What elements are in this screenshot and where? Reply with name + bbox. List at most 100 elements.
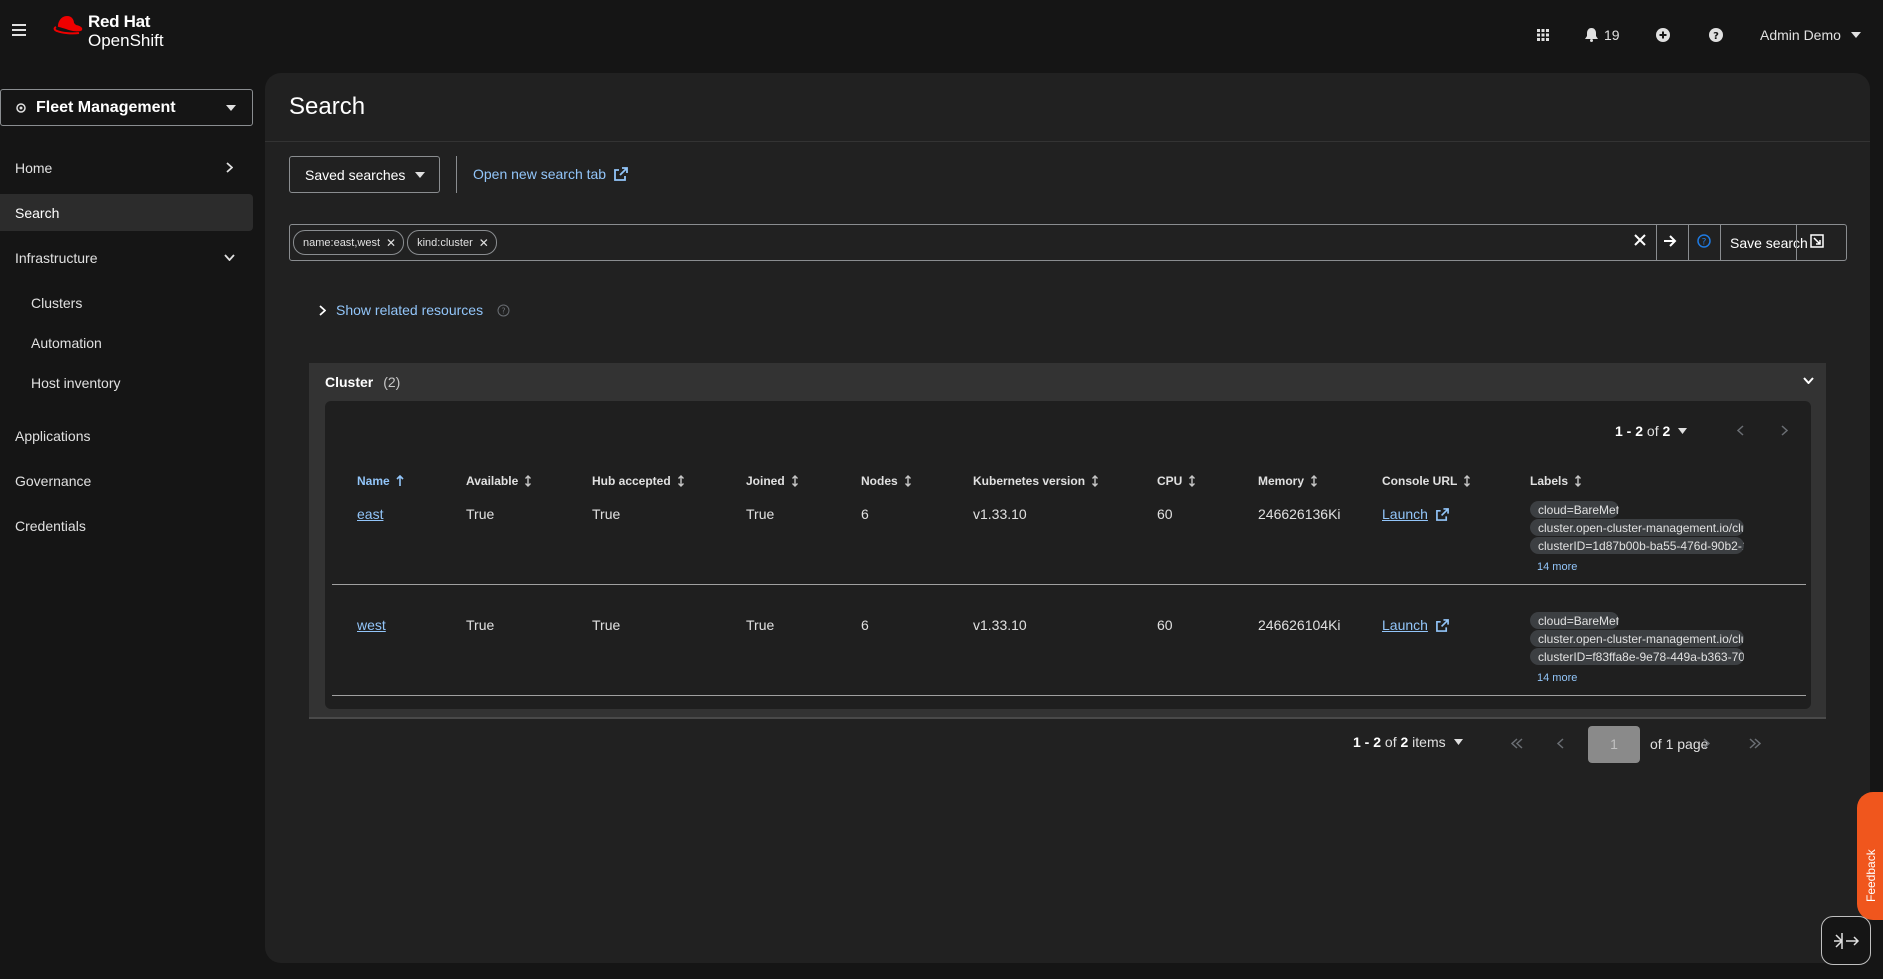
saved-searches-dropdown[interactable]: Saved searches — [289, 156, 440, 193]
open-new-search-tab-link[interactable]: Open new search tab — [473, 166, 628, 182]
label-chip: cluster.open-cluster-management.io/clust… — [1530, 519, 1744, 536]
divider — [456, 156, 457, 193]
pagination-bottom-toggle[interactable]: 1 - 2 of 2 items — [1353, 734, 1463, 750]
chip-remove-icon[interactable]: ✕ — [386, 236, 396, 250]
sidebar-item-search[interactable]: Search — [0, 194, 253, 231]
column-header-joined[interactable]: Joined — [746, 474, 799, 488]
related-label: Show related resources — [336, 302, 484, 318]
sidebar-item-host-inventory[interactable]: Host inventory — [0, 364, 253, 401]
column-header-available[interactable]: Available — [466, 474, 532, 488]
menu-icon[interactable] — [12, 24, 26, 36]
help-icon[interactable]: ? — [497, 304, 510, 317]
more-labels-link[interactable]: 14 more — [1537, 561, 1577, 573]
search-chip[interactable]: name:east,west ✕ — [293, 230, 405, 255]
chevron-right-icon — [226, 162, 233, 173]
chevron-right-icon[interactable] — [1781, 425, 1788, 436]
pager-items: items — [1412, 734, 1446, 750]
sort-icon — [904, 475, 911, 487]
brand-line1: Red Hat — [88, 12, 151, 31]
chevron-left-icon[interactable] — [1557, 738, 1564, 749]
chip-remove-icon[interactable]: ✕ — [479, 236, 489, 250]
feedback-label: Feedback — [1864, 849, 1878, 902]
first-page-icon[interactable] — [1511, 738, 1523, 749]
search-chip[interactable]: kind:cluster ✕ — [407, 230, 497, 255]
cell-joined: True — [746, 617, 775, 633]
column-header-console-url[interactable]: Console URL — [1382, 474, 1471, 488]
expand-icon[interactable] — [1810, 234, 1824, 248]
column-header-memory[interactable]: Memory — [1258, 474, 1318, 488]
cell-joined: True — [746, 506, 775, 522]
sort-icon — [1464, 475, 1471, 487]
notifications-button[interactable]: 19 — [1585, 27, 1620, 43]
divider — [1796, 225, 1797, 260]
cell-nodes: 6 — [861, 617, 869, 633]
column-header-cpu[interactable]: CPU — [1157, 474, 1196, 488]
feedback-tab[interactable]: Feedback — [1857, 792, 1883, 920]
divider — [1720, 225, 1721, 260]
column-label: Available — [466, 474, 519, 488]
open-new-tab-label: Open new search tab — [473, 166, 607, 182]
cluster-name-link[interactable]: west — [357, 617, 386, 633]
cell-hub-accepted: True — [592, 506, 621, 522]
divider — [332, 695, 1806, 696]
search-bar[interactable]: name:east,west ✕ kind:cluster ✕ ? Save s… — [289, 224, 1847, 261]
help-icon[interactable]: ? — [1697, 234, 1711, 248]
sidebar-item-applications[interactable]: Applications — [0, 417, 253, 454]
label-chip: cluster.open-cluster-management.io/clust… — [1530, 630, 1744, 647]
sidebar-item-infrastructure[interactable]: Infrastructure — [0, 239, 253, 276]
brand-logo[interactable]: Red Hat OpenShift — [52, 12, 164, 50]
app-launcher-icon[interactable] — [1537, 29, 1549, 41]
page-number-input[interactable]: 1 — [1588, 726, 1640, 763]
pagination-toggle[interactable]: 1 - 2 of 2 — [1615, 423, 1688, 439]
sidebar-item-credentials[interactable]: Credentials — [0, 507, 253, 544]
external-link-icon — [614, 167, 628, 181]
cluster-section-header[interactable]: Cluster (2) — [325, 374, 400, 390]
perspective-label: Fleet Management — [36, 98, 176, 116]
sidebar-item-label: Applications — [15, 427, 91, 444]
save-search-button[interactable]: Save search — [1724, 225, 1814, 260]
sidebar-item-label: Credentials — [15, 517, 86, 534]
red-hat-icon — [53, 16, 83, 35]
sidebar-item-label: Governance — [15, 472, 92, 489]
help-icon[interactable]: ? — [1709, 28, 1723, 42]
caret-down-icon — [1453, 739, 1463, 745]
column-label: Name — [357, 474, 390, 488]
launch-console-link[interactable]: Launch — [1382, 506, 1449, 522]
divider — [265, 141, 1870, 142]
user-menu[interactable]: Admin Demo — [1760, 27, 1861, 43]
chevron-down-icon[interactable] — [1803, 377, 1814, 384]
arrow-right-icon[interactable] — [1663, 234, 1677, 248]
column-label: Hub accepted — [592, 474, 671, 488]
column-header-labels[interactable]: Labels — [1530, 474, 1582, 488]
notifications-count: 19 — [1604, 27, 1620, 43]
sidebar-item-home[interactable]: Home — [0, 149, 253, 186]
column-header-nodes[interactable]: Nodes — [861, 474, 912, 488]
perspective-switcher[interactable]: Fleet Management — [0, 89, 253, 126]
sort-icon — [1311, 475, 1318, 487]
cell-memory: 246626104Ki — [1258, 617, 1341, 633]
cluster-name-link[interactable]: east — [357, 506, 383, 522]
sidebar-item-automation[interactable]: Automation — [0, 324, 253, 361]
pager-total: 2 — [1662, 423, 1671, 439]
last-page-icon[interactable] — [1749, 738, 1761, 749]
plus-circle-icon[interactable] — [1656, 28, 1670, 42]
more-labels-link[interactable]: 14 more — [1537, 672, 1577, 684]
pager-of: of — [1646, 423, 1659, 439]
column-header-kubernetes-version[interactable]: Kubernetes version — [973, 474, 1099, 488]
launch-label: Launch — [1382, 506, 1428, 522]
show-related-resources-toggle[interactable]: Show related resources ? — [319, 302, 510, 318]
launch-console-link[interactable]: Launch — [1382, 617, 1449, 633]
label-chip: clusterID=1d87b00b-ba55-476d-90b2-135... — [1530, 537, 1744, 554]
sidebar-item-governance[interactable]: Governance — [0, 462, 253, 499]
sort-icon — [1189, 475, 1196, 487]
ai-assistant-button[interactable] — [1821, 916, 1871, 965]
chevron-left-icon[interactable] — [1737, 425, 1744, 436]
sidebar-item-clusters[interactable]: Clusters — [0, 284, 253, 321]
main-content: Search Saved searches Open new search ta… — [265, 73, 1870, 963]
cell-hub-accepted: True — [592, 617, 621, 633]
chevron-right-icon[interactable] — [1703, 738, 1710, 749]
column-header-name[interactable]: Name — [357, 474, 404, 488]
label-chip: cloud=BareMetal — [1530, 612, 1619, 629]
clear-icon[interactable] — [1634, 234, 1646, 246]
column-header-hub-accepted[interactable]: Hub accepted — [592, 474, 685, 488]
